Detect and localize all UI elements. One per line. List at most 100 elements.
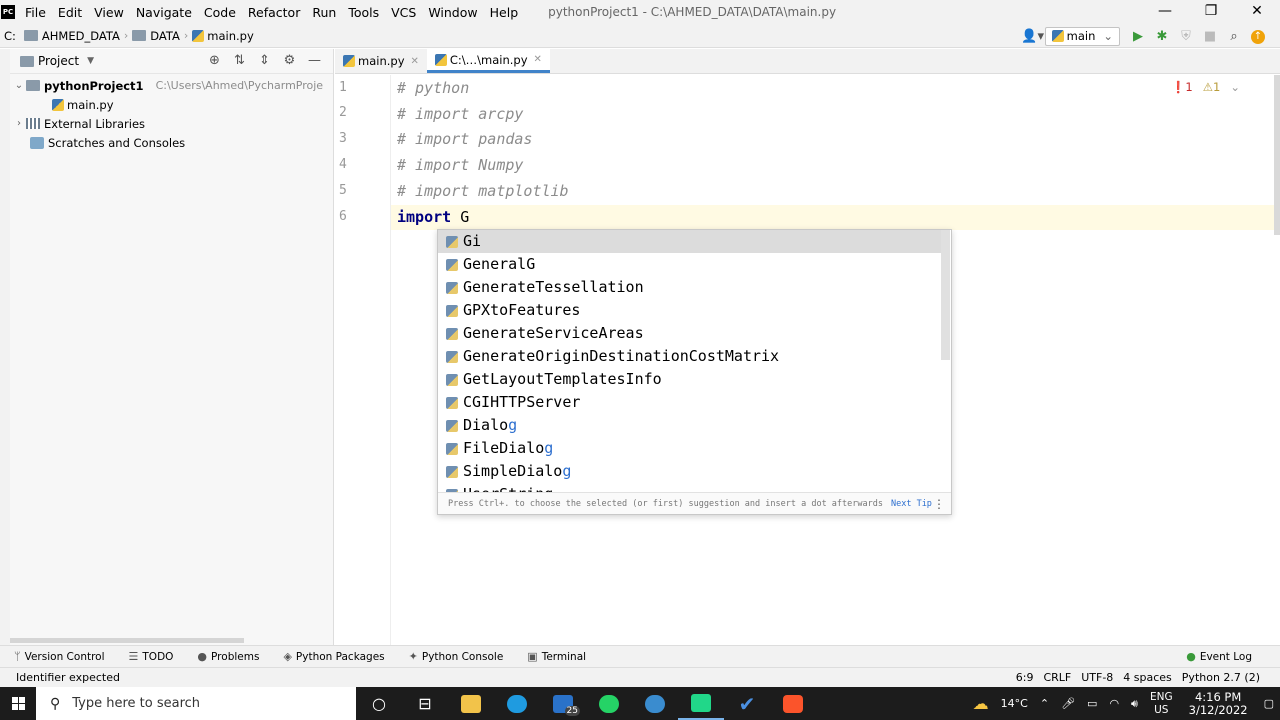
network-search-icon[interactable] (632, 687, 678, 720)
close-tab-icon[interactable]: ✕ (534, 54, 542, 65)
cortana-icon[interactable]: ○ (356, 687, 402, 720)
network-icon[interactable]: ▭ (1081, 697, 1103, 710)
next-tip-link[interactable]: Next Tip (891, 499, 932, 509)
chevron-right-icon[interactable]: › (12, 118, 26, 129)
menu-run[interactable]: Run (306, 5, 342, 20)
brave-browser-icon[interactable] (770, 687, 816, 720)
pycharm-taskbar-icon[interactable] (678, 687, 724, 720)
warning-count[interactable]: ⚠1 (1203, 80, 1221, 94)
tree-item-external-libraries[interactable]: › External Libraries (0, 114, 333, 133)
mail-icon[interactable]: 25 (540, 687, 586, 720)
menu-vcs[interactable]: VCS (385, 5, 422, 20)
tool-problems[interactable]: ● Problems (183, 650, 269, 663)
whatsapp-icon[interactable] (586, 687, 632, 720)
project-horizontal-scrollbar[interactable] (10, 638, 244, 643)
hide-icon[interactable]: — (302, 53, 327, 68)
code-line[interactable]: # import Numpy (397, 153, 523, 178)
tree-item-scratches[interactable]: Scratches and Consoles (0, 133, 333, 152)
file-explorer-icon[interactable] (448, 687, 494, 720)
stop-icon[interactable]: ■ (1198, 29, 1222, 44)
tab-main-py[interactable]: main.py ✕ (335, 49, 427, 73)
completion-item[interactable]: GeneralG (438, 253, 943, 276)
weather-temp[interactable]: 14°C (995, 697, 1034, 710)
completion-item[interactable]: Gi (438, 230, 943, 253)
minimize-button[interactable]: — (1142, 0, 1188, 24)
close-tab-icon[interactable]: ✕ (411, 56, 419, 67)
close-window-button[interactable]: ✕ (1234, 0, 1280, 24)
completion-scrollbar[interactable] (941, 230, 950, 360)
task-view-icon[interactable]: ⊟ (402, 687, 448, 720)
tool-python-packages[interactable]: ◈ Python Packages (269, 650, 394, 663)
collapse-all-icon[interactable]: ⇕ (252, 53, 277, 68)
completion-item[interactable]: FileDialo g (438, 437, 943, 460)
breadcrumb-folder-data[interactable]: DATA (128, 29, 184, 43)
menu-window[interactable]: Window (422, 5, 483, 20)
tab-c-main-py[interactable]: C:\…\main.py ✕ (426, 49, 550, 73)
language-indicator[interactable]: ENG US (1144, 691, 1179, 717)
restore-button[interactable]: ❐ (1188, 0, 1234, 24)
chevron-down-icon[interactable]: ⌄ (1230, 80, 1240, 94)
menu-help[interactable]: Help (484, 5, 525, 20)
notifications-icon[interactable]: ▢ (1258, 697, 1280, 710)
todo-app-icon[interactable]: ✔ (724, 687, 770, 720)
indent-setting[interactable]: 4 spaces (1123, 671, 1172, 684)
code-line[interactable]: # python (397, 76, 469, 101)
tool-event-log[interactable]: ● Event Log (1172, 650, 1262, 663)
tree-item-main-py[interactable]: main.py (0, 95, 333, 114)
run-icon[interactable]: ▶ (1126, 29, 1150, 44)
tree-item-project-root[interactable]: ⌄ pythonProject1 C:\Users\Ahmed\PycharmP… (0, 76, 333, 95)
updates-icon[interactable]: ↑ (1246, 28, 1270, 44)
completion-item[interactable]: GenerateServiceAreas (438, 322, 943, 345)
tool-terminal[interactable]: ▣ Terminal (513, 650, 596, 663)
completion-item[interactable]: CGIHTTPServer (438, 391, 943, 414)
clock[interactable]: 4:16 PM 3/12/2022 (1179, 690, 1258, 717)
user-icon[interactable]: 👤▾ (1021, 29, 1045, 44)
weather-icon[interactable]: ☁ (967, 694, 995, 713)
completion-item[interactable]: SimpleDialo g (438, 460, 943, 483)
file-encoding[interactable]: UTF-8 (1081, 671, 1113, 684)
menu-tools[interactable]: Tools (342, 5, 385, 20)
menu-refactor[interactable]: Refactor (242, 5, 306, 20)
line-separator[interactable]: CRLF (1043, 671, 1071, 684)
code-line[interactable]: # import matplotlib (397, 179, 569, 204)
expand-all-icon[interactable]: ⇅ (227, 53, 252, 68)
menu-edit[interactable]: Edit (52, 5, 88, 20)
volume-icon[interactable]: 🔊︎ (1125, 697, 1144, 711)
breadcrumb-folder-ahmed-data[interactable]: AHMED_DATA (20, 29, 124, 43)
wifi-icon[interactable]: ◠ (1103, 697, 1125, 710)
menu-navigate[interactable]: Navigate (130, 5, 198, 20)
completion-item[interactable]: GenerateOriginDestinationCostMatrix (438, 345, 943, 368)
completion-item[interactable]: UserString (438, 483, 943, 492)
code-line[interactable]: # import arcpy (397, 102, 523, 127)
editor-vertical-scrollbar[interactable] (1274, 75, 1280, 235)
caret-position[interactable]: 6:9 (1016, 671, 1034, 684)
chevron-up-icon[interactable]: ⌃ (1034, 697, 1055, 710)
debug-icon[interactable]: ✱ (1150, 29, 1174, 44)
edge-browser-icon[interactable] (494, 687, 540, 720)
microphone-icon[interactable]: 🎤︎ (1055, 697, 1081, 710)
search-everywhere-icon[interactable]: ⌕ (1222, 29, 1246, 44)
code-line-current[interactable]: import G (397, 205, 469, 230)
project-view-select[interactable]: Project (38, 54, 79, 68)
windows-start-button[interactable] (0, 697, 36, 710)
menu-view[interactable]: View (88, 5, 130, 20)
menu-file[interactable]: File (19, 5, 52, 20)
completion-item[interactable]: GetLayoutTemplatesInfo (438, 368, 943, 391)
gear-icon[interactable]: ⚙ (277, 53, 302, 68)
taskbar-search-input[interactable]: ⚲ Type here to search (36, 687, 356, 720)
error-count[interactable]: ❗1 (1171, 80, 1193, 94)
coverage-icon[interactable]: ⛨ (1174, 29, 1198, 44)
code-line[interactable]: # import pandas (397, 127, 532, 152)
chevron-down-icon[interactable]: ▼ (87, 56, 94, 66)
breadcrumb-drive[interactable]: C: (0, 29, 20, 43)
more-options-icon[interactable]: ⋮ (933, 497, 945, 511)
inspection-widget[interactable]: ❗1 ⚠1 ⌄ (1171, 80, 1240, 94)
tool-todo[interactable]: ☰ TODO (115, 650, 184, 663)
locate-icon[interactable]: ⊕ (202, 53, 227, 68)
python-interpreter[interactable]: Python 2.7 (2) (1182, 671, 1260, 684)
completion-item[interactable]: GPXtoFeatures (438, 299, 943, 322)
breadcrumb-file[interactable]: main.py (188, 29, 258, 43)
chevron-down-icon[interactable]: ⌄ (12, 80, 26, 91)
tool-python-console[interactable]: ✦ Python Console (395, 650, 514, 663)
completion-item[interactable]: Dialo g (438, 414, 943, 437)
